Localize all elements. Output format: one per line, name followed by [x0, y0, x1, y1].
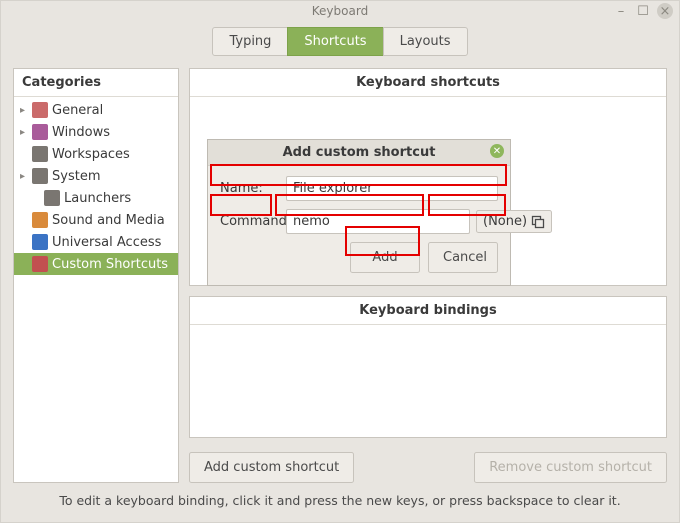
hint-text: To edit a keyboard binding, click it and…	[1, 483, 679, 508]
tab-shortcuts[interactable]: Shortcuts	[287, 27, 383, 56]
keyboard-bindings-panel: Keyboard bindings	[189, 296, 667, 438]
none-label: (None)	[483, 214, 527, 229]
add-custom-shortcut-dialog: Add custom shortcut ✕ Name: Command: (No…	[207, 139, 511, 286]
sidebar-item-workspaces[interactable]: ▸Workspaces	[14, 143, 178, 165]
sidebar-item-label: Custom Shortcuts	[52, 257, 168, 272]
maximize-icon[interactable]: ☐	[635, 3, 651, 19]
launchers-icon	[44, 190, 60, 206]
name-input[interactable]	[286, 176, 498, 201]
keyboard-bindings-header: Keyboard bindings	[190, 297, 666, 325]
window-title-bar: Keyboard – ☐ ×	[1, 1, 679, 21]
sidebar-item-label: Windows	[52, 125, 110, 140]
tab-bar: TypingShortcutsLayouts	[1, 21, 679, 68]
sound-icon	[32, 212, 48, 228]
dialog-add-button[interactable]: Add	[350, 242, 420, 273]
custom-icon	[32, 256, 48, 272]
close-icon[interactable]: ×	[657, 3, 673, 19]
sidebar-item-universal-access[interactable]: ▸Universal Access	[14, 231, 178, 253]
dialog-close-icon[interactable]: ✕	[490, 144, 504, 158]
window-title: Keyboard	[1, 4, 679, 18]
system-icon	[32, 168, 48, 184]
sidebar-item-system[interactable]: ▸ System	[14, 165, 178, 187]
minimize-icon[interactable]: –	[613, 3, 629, 19]
keyboard-shortcuts-header: Keyboard shortcuts	[190, 69, 666, 97]
workspaces-icon	[32, 146, 48, 162]
browse-command-button[interactable]: (None)	[476, 210, 552, 233]
tab-typing[interactable]: Typing	[212, 27, 288, 56]
chevron-right-icon: ▸	[20, 127, 28, 138]
command-label: Command:	[220, 214, 286, 229]
sidebar-item-label: Universal Access	[52, 235, 161, 250]
sidebar-item-sound-and-media[interactable]: ▸Sound and Media	[14, 209, 178, 231]
sidebar-item-launchers[interactable]: ▸Launchers	[14, 187, 178, 209]
browse-icon	[531, 215, 545, 229]
categories-panel: Categories ▸General▸Windows▸Workspaces▸S…	[13, 68, 179, 483]
categories-header: Categories	[14, 69, 178, 97]
sidebar-item-general[interactable]: ▸ General	[14, 99, 178, 121]
chevron-right-icon: ▸	[20, 105, 28, 116]
add-custom-shortcut-button[interactable]: Add custom shortcut	[189, 452, 354, 483]
tab-layouts[interactable]: Layouts	[383, 27, 468, 56]
sidebar-item-label: Sound and Media	[52, 213, 165, 228]
general-icon	[32, 102, 48, 118]
windows-icon	[32, 124, 48, 140]
sidebar-item-label: General	[52, 103, 103, 118]
sidebar-item-label: Workspaces	[52, 147, 130, 162]
sidebar-item-label: System	[52, 169, 100, 184]
window-buttons: – ☐ ×	[613, 3, 673, 19]
name-label: Name:	[220, 181, 286, 196]
dialog-title: Add custom shortcut ✕	[208, 140, 510, 166]
sidebar-item-windows[interactable]: ▸ Windows	[14, 121, 178, 143]
dialog-title-text: Add custom shortcut	[283, 145, 436, 160]
dialog-cancel-button[interactable]: Cancel	[428, 242, 498, 273]
sidebar-item-label: Launchers	[64, 191, 131, 206]
chevron-right-icon: ▸	[20, 171, 28, 182]
sidebar-item-custom-shortcuts[interactable]: ▸Custom Shortcuts	[14, 253, 178, 275]
universal-icon	[32, 234, 48, 250]
remove-custom-shortcut-button: Remove custom shortcut	[474, 452, 667, 483]
command-input[interactable]	[286, 209, 470, 234]
